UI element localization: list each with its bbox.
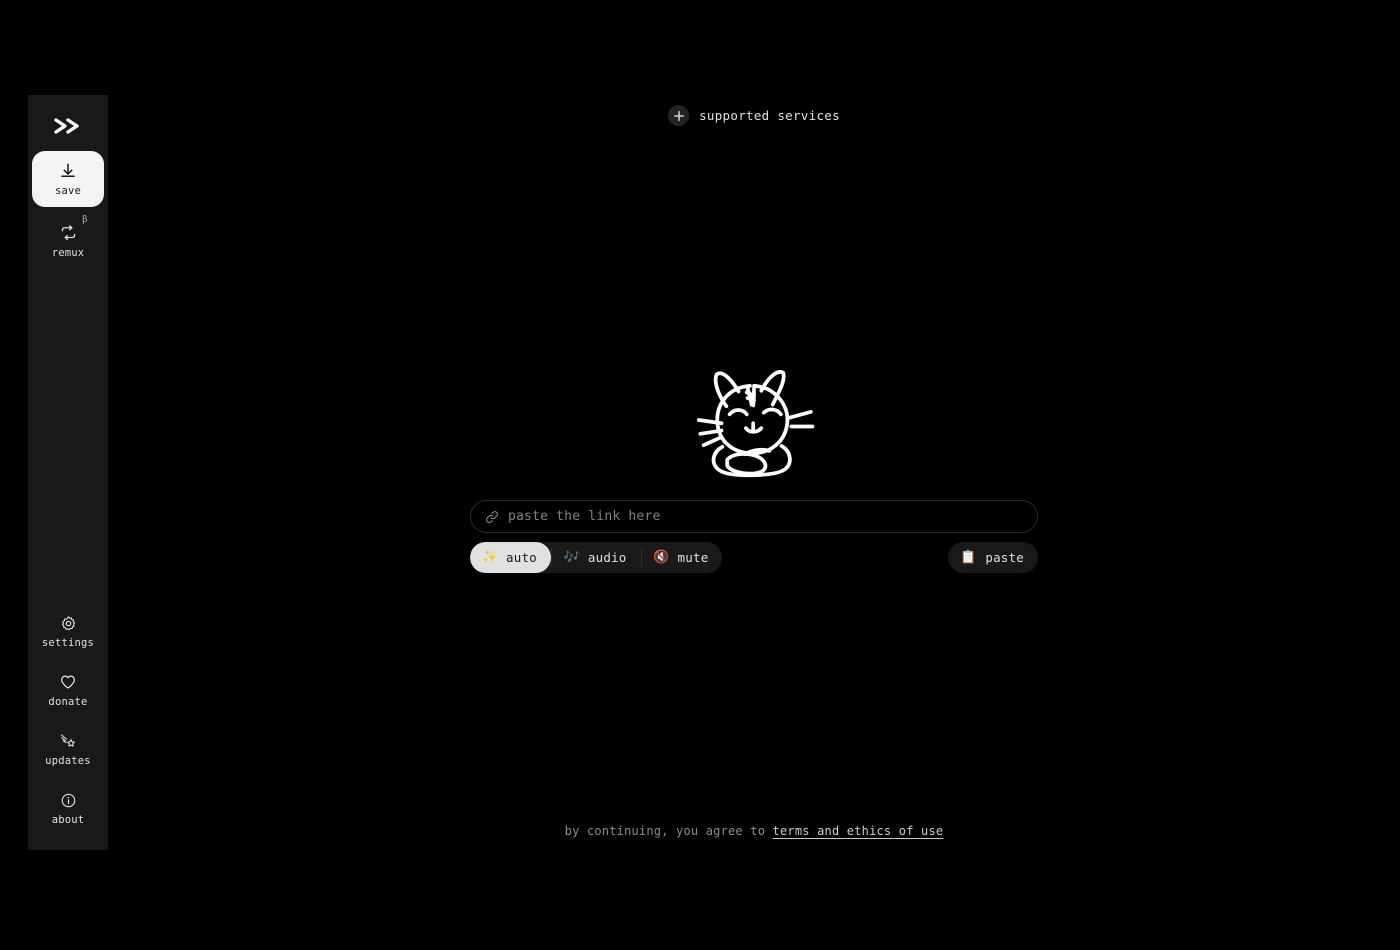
sidebar-top-nav: save β remux [32,151,104,269]
repeat-icon: β [59,215,88,243]
app-logo[interactable] [28,103,108,148]
sidebar-bottom-nav: settings donate updates about [32,603,104,850]
musical-notes-icon: 🎶 [563,550,581,565]
sparkles-icon: ✨ [481,550,499,565]
link-input-container[interactable] [470,500,1038,533]
sidebar-item-label: settings [41,637,95,650]
info-circle-icon [60,790,77,810]
sidebar-item-updates[interactable]: updates [32,721,104,777]
mode-button-audio[interactable]: 🎶 audio [552,542,641,573]
cobalt-app-window: save β remux settings donate updates abo… [0,0,1400,950]
paste-button[interactable]: 📋 paste [948,542,1038,573]
link-icon [485,510,499,524]
main-content: supported services paste the link here ✨… [108,0,1400,950]
chevrons-right-icon [53,117,83,135]
clipboard-icon: 📋 [960,550,977,565]
download-icon [59,161,77,181]
sidebar: save β remux settings donate updates abo… [28,95,108,850]
sidebar-item-label: about [51,814,85,827]
mode-button-label: auto [506,550,537,565]
sidebar-item-label: remux [51,247,85,260]
terms-disclaimer: by continuing, you agree to terms and et… [565,824,944,838]
terms-disclaimer-text: by continuing, you agree to [564,824,773,838]
sidebar-item-label: updates [45,755,91,768]
sidebar-item-about[interactable]: about [32,780,104,836]
sidebar-item-label: donate [48,696,88,709]
sidebar-item-label: save [54,185,82,198]
action-row: ✨ auto 🎶 audio 🔇 mute 📋 paste [470,542,1038,573]
supported-services-label: supported services [699,108,840,123]
mode-button-label: mute [677,550,709,565]
plus-icon [668,105,690,126]
downloader-panel: ✨ auto 🎶 audio 🔇 mute 📋 [470,350,1038,573]
sidebar-item-remux[interactable]: β remux [32,213,104,269]
supported-services-button[interactable]: supported services [668,105,840,126]
muted-speaker-icon: 🔇 [653,550,670,565]
sidebar-item-donate[interactable]: donate [32,662,104,718]
cobalt-cat-icon [689,350,819,490]
download-mode-group: ✨ auto 🎶 audio 🔇 mute [470,542,723,573]
gear-icon [60,613,77,633]
shooting-star-icon [59,731,77,751]
link-input[interactable] [508,509,1023,524]
beta-badge: β [82,215,88,226]
sidebar-item-settings[interactable]: settings [32,603,104,659]
paste-button-label: paste [985,550,1024,565]
sidebar-item-save[interactable]: save [32,151,104,207]
mode-button-label: audio [587,550,627,565]
heart-icon [59,672,77,692]
terms-link[interactable]: terms and ethics of use [773,824,944,838]
mode-button-mute[interactable]: 🔇 mute [642,542,723,573]
mode-button-auto[interactable]: ✨ auto [470,542,551,573]
